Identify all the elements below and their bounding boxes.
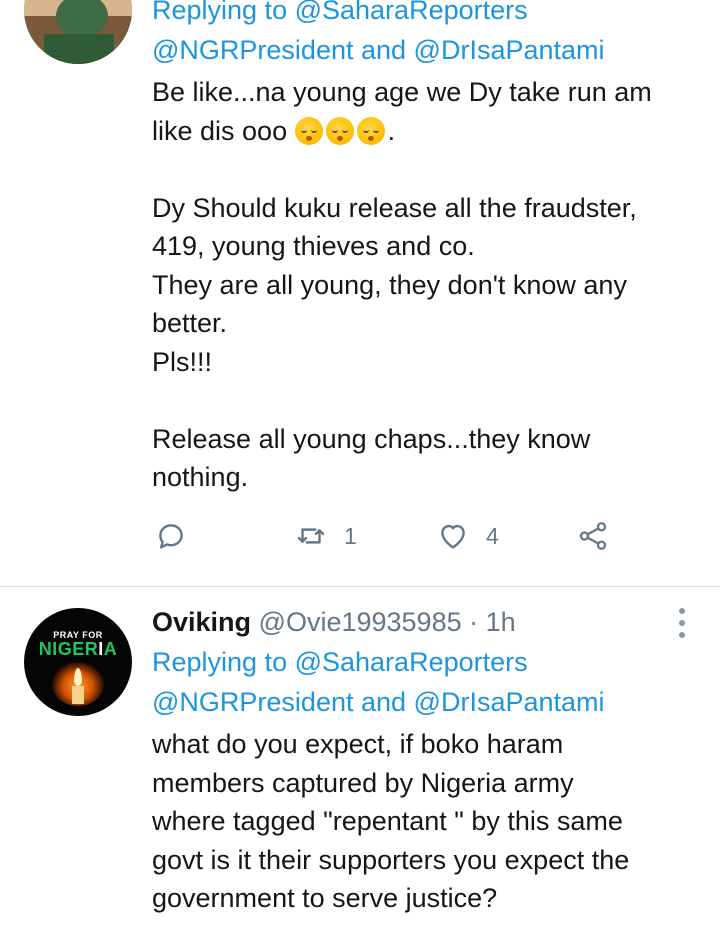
replying-to: Replying to @SaharaReporters [152,0,702,30]
replying-to-label: Replying to [152,0,295,25]
mention-link[interactable]: @SaharaReporters [295,647,528,677]
mention-link[interactable]: @DrIsaPantami [414,687,605,717]
kissing-face-emoji-icon [294,116,323,145]
separator-dot: · [461,607,486,637]
avatar[interactable] [24,0,132,64]
kissing-face-emoji-icon [325,116,354,145]
like-button[interactable]: 4 [436,516,499,556]
candle-flame-icon [74,668,82,686]
replying-to-label: Replying to [152,647,295,677]
retweet-icon [297,528,325,544]
user-handle[interactable]: @Ovie19935985 [259,607,462,637]
conjunction-text: and [353,687,414,717]
mention-link[interactable]: @DrIsaPantami [414,35,605,65]
comment-icon [159,524,183,549]
retweet-count: 1 [344,522,357,549]
mention-link[interactable]: @SaharaReporters [295,0,528,25]
heart-icon [441,524,465,549]
kissing-face-emoji-icon [356,116,385,145]
conjunction-text: and [353,35,414,65]
avatar-text-big: NIGERIA [38,639,118,659]
tweet-body: what do you expect, if boko haram member… [152,729,630,913]
display-name[interactable]: Oviking [152,607,251,637]
candle-icon [72,686,84,704]
retweet-button[interactable]: 1 [294,516,357,556]
replying-to-continued: @NGRPresident and @DrIsaPantami [152,30,702,70]
mention-link[interactable]: @NGRPresident [152,687,353,717]
avatar[interactable]: PRAY FOR NIGERIA [24,608,132,716]
tweet-body: Be like...na young age we Dy take run am… [152,73,702,497]
avatar-photo [24,0,132,64]
mention-link[interactable]: @NGRPresident [152,35,353,65]
like-count: 4 [486,522,499,549]
tweet-header: Oviking @Ovie19935985 · 1h [152,602,702,642]
share-icon [579,522,607,550]
tweet-body-punctuation: . [387,115,396,146]
tweet-content: Replying to @SaharaReporters @NGRPreside… [152,0,702,497]
replying-to: Replying to @SaharaReporters [152,642,702,682]
reply-button[interactable] [154,516,188,556]
tweet-body-line: Be like...na young age we Dy take run am [152,77,652,107]
tweet-2[interactable]: PRAY FOR NIGERIA Oviking @Ovie19935985 ·… [0,586,720,930]
tweet-body-rest: Dy Should kuku release all the fraudster… [152,192,637,493]
tweet-content: Oviking @Ovie19935985 · 1h Replying to @… [152,602,702,918]
tweet-actions: 1 4 [152,516,632,556]
timestamp[interactable]: 1h [486,607,516,637]
tweet-body-line: like dis ooo [152,115,295,146]
share-button[interactable] [576,516,610,556]
replying-to-continued: @NGRPresident and @DrIsaPantami [152,682,702,722]
tweet-1[interactable]: Replying to @SaharaReporters @NGRPreside… [0,0,720,586]
